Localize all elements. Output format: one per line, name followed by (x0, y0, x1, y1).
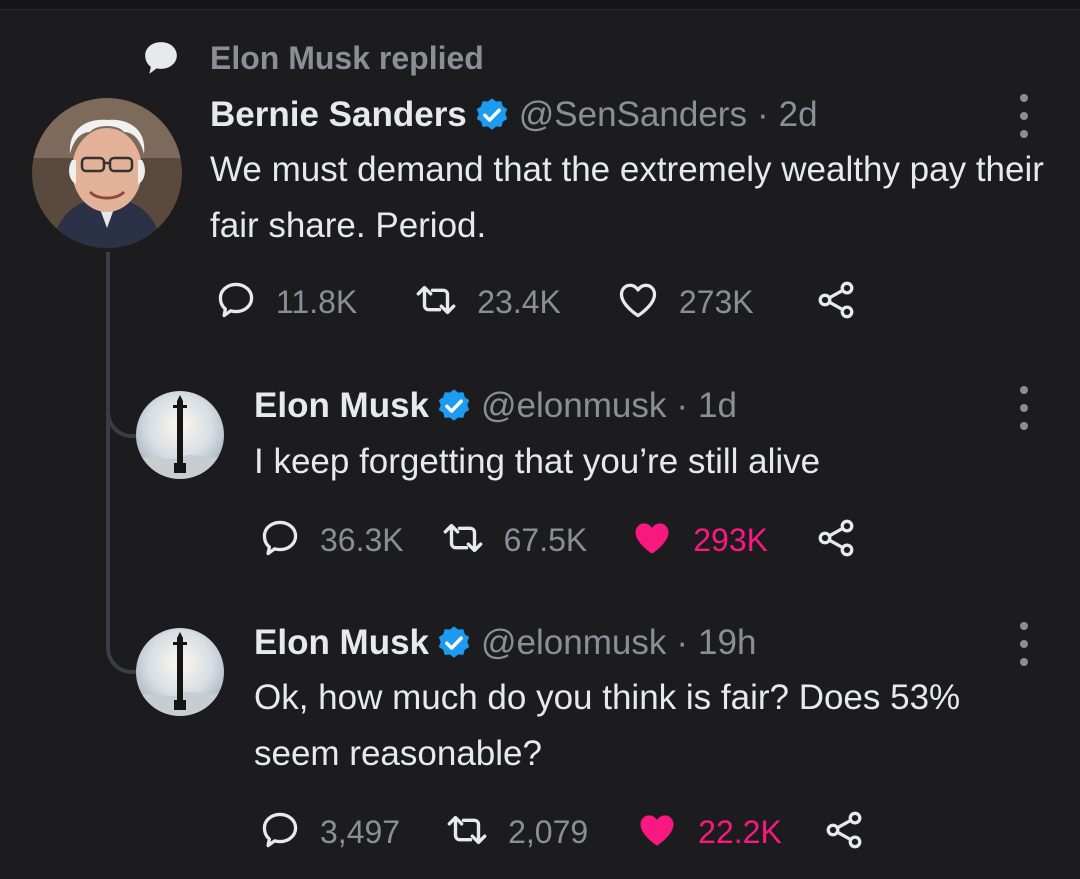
reply-button[interactable]: 3,497 (258, 808, 400, 857)
reply-icon (258, 516, 302, 565)
timestamp[interactable]: 19h (698, 623, 756, 663)
retweet-button[interactable]: 23.4K (413, 278, 561, 327)
tweet-text: I keep forgetting that you’re still aliv… (254, 442, 821, 481)
like-button[interactable]: 22.2K (634, 808, 782, 857)
author-name[interactable]: Bernie Sanders (210, 95, 467, 135)
author-name[interactable]: Elon Musk (254, 623, 429, 663)
timestamp[interactable]: 2d (779, 95, 818, 135)
author-handle[interactable]: @elonmusk (481, 386, 666, 426)
retweet-count: 67.5K (503, 521, 588, 558)
avatar[interactable] (32, 98, 182, 248)
heart-filled-icon (634, 808, 680, 857)
separator: · (676, 386, 689, 425)
avatar[interactable] (136, 391, 224, 479)
more-options-icon[interactable] (1014, 386, 1034, 430)
retweet-count: 23.4K (477, 283, 561, 320)
top-border (0, 0, 1080, 10)
reply-count: 11.8K (276, 283, 358, 320)
share-icon (814, 516, 858, 565)
like-count: 22.2K (698, 813, 782, 850)
tweet-text: Ok, how much do you think is fair? Does … (254, 678, 961, 773)
social-context: Elon Musk replied (140, 38, 484, 78)
share-button[interactable] (822, 808, 866, 857)
reply-icon (258, 808, 302, 857)
verified-badge-icon (435, 387, 473, 425)
like-button[interactable]: 293K (629, 516, 768, 565)
like-button[interactable]: 273K (615, 278, 754, 327)
tweet-actions: 36.3K 67.5K 293K (258, 518, 858, 562)
more-options-icon[interactable] (1014, 622, 1034, 666)
tweet-actions: 3,497 2,079 22.2K (258, 810, 866, 854)
heart-outline-icon (615, 278, 661, 327)
share-icon (814, 278, 858, 327)
author-handle[interactable]: @SenSanders (519, 95, 747, 135)
reply-button[interactable]: 36.3K (258, 516, 404, 565)
retweet-icon (440, 516, 486, 565)
thread-connector (106, 252, 140, 674)
share-button[interactable] (814, 278, 858, 327)
retweet-icon (413, 278, 459, 327)
share-icon (822, 808, 866, 857)
speech-bubble-icon (140, 37, 182, 79)
reply-count: 3,497 (320, 813, 401, 850)
timestamp[interactable]: 1d (698, 386, 737, 426)
reply-button[interactable]: 11.8K (214, 278, 357, 327)
separator: · (676, 623, 689, 662)
reply-count: 36.3K (320, 521, 404, 558)
reply-icon (214, 278, 258, 327)
author-name[interactable]: Elon Musk (254, 386, 429, 426)
retweet-button[interactable]: 67.5K (440, 516, 588, 565)
verified-badge-icon (473, 96, 511, 134)
retweet-button[interactable]: 2,079 (444, 808, 588, 857)
social-context-label: Elon Musk replied (210, 39, 484, 76)
retweet-count: 2,079 (508, 813, 589, 850)
heart-filled-icon (629, 516, 675, 565)
avatar[interactable] (136, 628, 224, 716)
like-count: 293K (693, 521, 768, 558)
more-options-icon[interactable] (1014, 94, 1034, 138)
verified-badge-icon (435, 624, 473, 662)
separator: · (756, 95, 769, 134)
tweet-text: We must demand that the extremely wealth… (210, 150, 1044, 245)
author-handle[interactable]: @elonmusk (481, 623, 666, 663)
share-button[interactable] (814, 516, 858, 565)
tweet-actions: 11.8K 23.4K 273K (214, 280, 858, 324)
retweet-icon (444, 808, 490, 857)
like-count: 273K (678, 283, 754, 320)
